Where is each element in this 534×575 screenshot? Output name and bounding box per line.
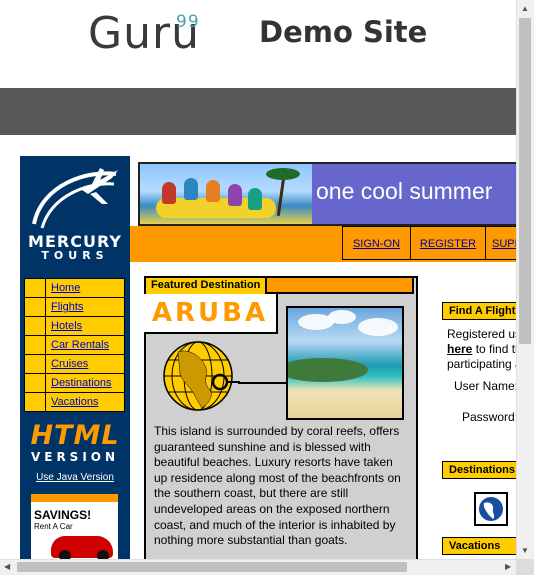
- left-nav: Home Flights Hotels Car Rentals Cruises …: [24, 278, 125, 412]
- nav-link-hotels[interactable]: Hotels: [46, 317, 124, 335]
- scroll-down-arrow-icon[interactable]: ▼: [521, 546, 529, 556]
- nav-item-cruises: Cruises: [25, 355, 124, 373]
- browser-viewport: Guru 99 Demo Site MERCURY TOURS Home Fli…: [0, 0, 516, 559]
- wheel-icon: [59, 550, 71, 559]
- vertical-scroll-thumb[interactable]: [519, 18, 531, 344]
- html-version-sub: VERSION: [30, 450, 120, 464]
- user-name-label: User Name:: [454, 379, 516, 393]
- plane-logo-icon: [32, 168, 118, 229]
- vacations-heading: Vacations: [442, 537, 516, 555]
- java-version-link[interactable]: Use Java Version: [20, 472, 130, 483]
- nav-item-car-rentals: Car Rentals: [25, 336, 124, 354]
- logo-superscript: 99: [176, 12, 200, 32]
- guru99-logo[interactable]: Guru 99: [88, 8, 200, 59]
- nav-item-home: Home: [25, 279, 124, 297]
- featured-destination-label: Featured Destination: [146, 278, 268, 295]
- destination-description: This island is surrounded by coral reefs…: [154, 424, 401, 548]
- site-title: Demo Site: [259, 15, 428, 49]
- nav-link-cruises[interactable]: Cruises: [46, 355, 124, 373]
- mercury-tours-frame: MERCURY TOURS Home Flights Hotels Car Re…: [20, 156, 516, 559]
- nav-item-vacations: Vacations: [25, 393, 124, 411]
- find-flight-heading: Find A Flight: [442, 302, 516, 320]
- banner-photo: [140, 164, 312, 224]
- find-flight-here-link[interactable]: here: [447, 342, 472, 356]
- scroll-right-arrow-icon[interactable]: ▶: [505, 562, 511, 572]
- left-sidebar: MERCURY TOURS Home Flights Hotels Car Re…: [20, 156, 130, 559]
- html-version-title: HTML: [30, 420, 120, 451]
- nav-item-hotels: Hotels: [25, 317, 124, 335]
- find-flight-line1: Registered users can: [447, 327, 516, 341]
- nav-link-car-rentals[interactable]: Car Rentals: [46, 336, 124, 354]
- nav-link-home[interactable]: Home: [46, 279, 124, 297]
- banner-text: one cool summer: [316, 178, 493, 204]
- wheel-icon: [97, 550, 109, 559]
- beach-photo: [286, 306, 404, 420]
- car-rental-ad[interactable]: SAVINGS! Rent A Car: [31, 494, 118, 559]
- menu-support[interactable]: SUPPORT: [485, 226, 516, 260]
- summer-banner: one cool summer: [138, 162, 516, 226]
- scrollbar-corner: [516, 559, 534, 575]
- nav-item-destinations: Destinations: [25, 374, 124, 392]
- find-flight-line2: to find the lowest: [475, 342, 516, 356]
- ad-subtitle: Rent A Car: [34, 522, 73, 531]
- ad-title: SAVINGS!: [34, 508, 92, 522]
- find-flight-line3: participating airlines.: [447, 357, 516, 371]
- scroll-up-arrow-icon[interactable]: ▲: [521, 4, 529, 14]
- html-version-badge: HTML VERSION: [25, 420, 125, 465]
- destinations-heading: Destinations: [442, 461, 516, 479]
- destination-name: ARUBA: [144, 294, 278, 334]
- horizontal-scroll-thumb[interactable]: [17, 562, 407, 572]
- destinations-globe-icon[interactable]: [474, 492, 508, 526]
- header-bar: [0, 88, 516, 135]
- nav-link-destinations[interactable]: Destinations: [46, 374, 124, 392]
- brand-tours: TOURS: [41, 249, 109, 262]
- password-label: Password:: [462, 410, 516, 424]
- scroll-left-arrow-icon[interactable]: ◀: [4, 562, 10, 572]
- nav-link-flights[interactable]: Flights: [46, 298, 124, 316]
- globe-icon: [163, 341, 240, 411]
- nav-item-flights: Flights: [25, 298, 124, 316]
- menu-sign-on[interactable]: SIGN-ON: [342, 226, 411, 260]
- nav-link-vacations[interactable]: Vacations: [46, 393, 124, 411]
- menu-register[interactable]: REGISTER: [410, 226, 486, 260]
